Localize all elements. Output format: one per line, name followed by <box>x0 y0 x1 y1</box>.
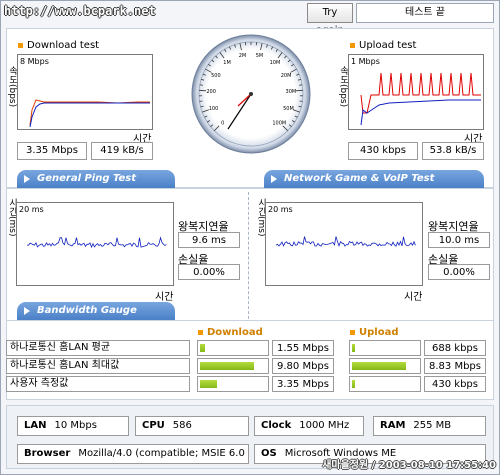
watermark: 새마을정원 / 2003-08-10 17:55:40 <box>322 460 496 471</box>
gauge-tick-label: 100M <box>272 120 286 126</box>
bw-upload-value: 430 kbps <box>424 376 486 392</box>
speed-gauge: 0 100 200 500 1M 2M 5M 10M 20M 30M 50M 100M <box>191 34 311 154</box>
bw-download-bar <box>197 340 269 356</box>
bw-upload-bar <box>349 376 421 392</box>
ping-loss: 0.00% <box>178 264 240 280</box>
bw-upload-fill <box>352 344 355 352</box>
bw-download-fill <box>200 362 254 370</box>
tab-general-ping[interactable]: General Ping Test <box>17 170 175 188</box>
bw-download-value: 9.80 Mbps <box>272 358 334 374</box>
upload-title-text: Upload test <box>359 40 417 51</box>
ping-curve <box>26 236 167 249</box>
gauge-tick-label: 500 <box>211 73 221 79</box>
download-title-text: Download test <box>27 40 100 51</box>
ram-info: RAM 255 MB <box>373 416 486 436</box>
cpu-label: CPU <box>142 420 165 431</box>
bullet-icon <box>198 329 203 335</box>
ping-xlabel: 시간 <box>155 292 174 303</box>
gauge-tick-label: 50M <box>283 106 294 112</box>
download-kbs: 419 kB/s <box>91 142 153 160</box>
tab-general-ping-label: General Ping Test <box>37 173 137 184</box>
game-curve <box>275 236 416 247</box>
ping-rtt: 9.6 ms <box>178 232 240 248</box>
bw-upload-bar <box>349 358 421 374</box>
gauge-tick-label: 30M <box>286 89 297 95</box>
arrow-icon <box>24 175 30 183</box>
bw-download-fill <box>200 344 205 352</box>
bw-row-label: 사용자 측정값 <box>6 376 190 392</box>
bullet-icon <box>350 329 355 335</box>
upload-title: Upload test <box>350 40 416 51</box>
clock-value: 1000 MHz <box>299 420 350 431</box>
gauge-tick-label: 5M <box>256 53 264 59</box>
bw-download-title: Download <box>198 327 263 338</box>
download-title: Download test <box>18 40 99 51</box>
bw-download-value: 3.35 Mbps <box>272 376 334 392</box>
ram-value: 255 MB <box>413 420 452 431</box>
lan-label: LAN <box>24 420 47 431</box>
browser-info: Browser Mozilla/4.0 (compatible; MSIE 6.0 <box>17 444 249 464</box>
arrow-icon <box>24 307 30 315</box>
clock-label: Clock <box>261 420 292 431</box>
status-field: 테스트 끝 <box>356 3 494 23</box>
download-mbps: 3.35 Mbps <box>17 142 87 160</box>
bw-upload-title: Upload <box>350 327 398 338</box>
bw-download-bar <box>197 376 269 392</box>
gauge-tick-label: 20M <box>281 73 292 79</box>
bw-download-bar <box>197 358 269 374</box>
tab-network-game-label: Network Game & VoIP Test <box>284 173 435 184</box>
upload-kbps: 430 kbps <box>348 142 418 160</box>
bw-download-value: 1.55 Mbps <box>272 340 334 356</box>
ping-graph: 20 ms <box>16 202 174 286</box>
game-loss: 0.00% <box>428 264 490 280</box>
download-curve <box>29 99 150 128</box>
try-again-button[interactable]: Try again <box>307 3 353 36</box>
tab-network-game[interactable]: Network Game & VoIP Test <box>264 170 484 188</box>
gauge-tick-label: 1M <box>223 60 231 66</box>
bw-row-label: 하나로통신 홈LAN 평균 <box>6 340 190 356</box>
os-label: OS <box>261 448 277 459</box>
bw-upload-value: 8.83 Mbps <box>424 358 486 374</box>
upload-graph: 1 Mbps <box>348 54 484 130</box>
browser-label: Browser <box>24 448 71 459</box>
bullet-icon <box>350 42 355 48</box>
game-xlabel: 시간 <box>404 292 423 303</box>
lan-value: 10 Mbps <box>54 420 97 431</box>
tab-bandwidth-gauge[interactable]: Bandwidth Gauge <box>17 302 175 320</box>
arrow-icon <box>271 175 277 183</box>
clock-info: Clock 1000 MHz <box>254 416 364 436</box>
game-graph: 20 ms <box>265 202 423 286</box>
cpu-value: 586 <box>172 420 192 431</box>
download-graph: 8 Mbps <box>17 54 153 130</box>
bw-upload-fill <box>352 380 355 388</box>
bw-upload-fill <box>352 362 406 370</box>
bullet-icon <box>18 42 23 48</box>
upload-curve <box>360 72 481 126</box>
bw-download-fill <box>200 380 217 388</box>
gauge-tick-label: 100 <box>209 106 219 112</box>
bw-upload-bar <box>349 340 421 356</box>
tab-bandwidth-gauge-label: Bandwidth Gauge <box>37 305 137 316</box>
bw-row-label: 하나로통신 홈LAN 최대값 <box>6 358 190 374</box>
panel-divider <box>248 192 249 324</box>
bw-download-title-text: Download <box>207 327 263 338</box>
site-url: http://www.bcpark.net <box>4 4 156 18</box>
game-rtt: 10.0 ms <box>428 232 490 248</box>
gauge-tick-label: 0 <box>221 120 224 126</box>
gauge-tick-label: 2M <box>239 53 247 59</box>
browser-value: Mozilla/4.0 (compatible; MSIE 6.0 <box>78 448 245 459</box>
cpu-info: CPU 586 <box>135 416 249 436</box>
lan-info: LAN 10 Mbps <box>17 416 129 436</box>
gauge-tick-label: 200 <box>206 89 216 95</box>
gauge-tick-label: 10M <box>270 60 281 66</box>
upload-kbs: 53.8 kB/s <box>422 142 484 160</box>
bw-upload-title-text: Upload <box>359 327 399 338</box>
bw-upload-value: 688 kbps <box>424 340 486 356</box>
ram-label: RAM <box>380 420 406 431</box>
